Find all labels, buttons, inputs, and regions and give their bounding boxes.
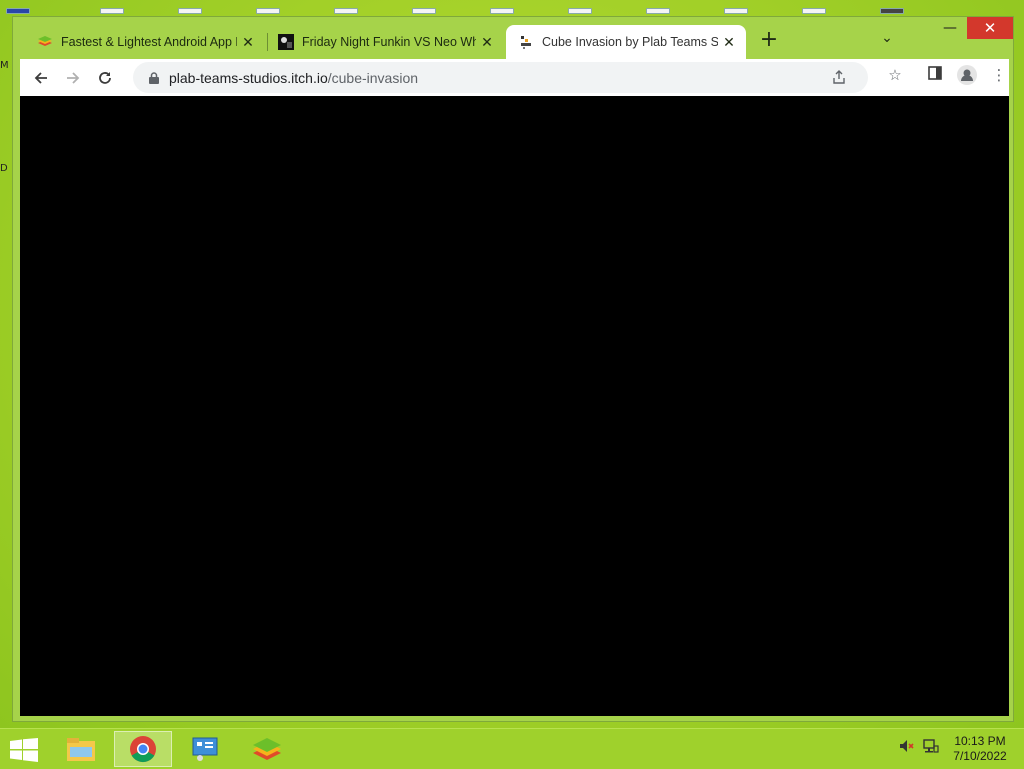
- chrome-icon: [130, 736, 156, 763]
- tab-bluestacks[interactable]: Fastest & Lightest Android App F ✕: [25, 25, 265, 59]
- tab-title: Friday Night Funkin VS Neo Whi: [302, 35, 476, 49]
- side-panel-icon[interactable]: [926, 66, 944, 84]
- taskbar-file-explorer[interactable]: [52, 731, 110, 767]
- close-tab-icon[interactable]: ✕: [718, 34, 740, 51]
- system-clock[interactable]: 10:13 PM 7/10/2022: [940, 734, 1020, 764]
- arrow-left-icon: [34, 72, 47, 84]
- desktop-edge-letter-d: D: [0, 163, 8, 174]
- volume-muted-icon[interactable]: [898, 737, 916, 755]
- tab-title: Cube Invasion by Plab Teams Stu: [542, 35, 718, 49]
- minimize-button[interactable]: —: [933, 17, 967, 39]
- taskbar: 10:13 PM 7/10/2022: [0, 728, 1024, 769]
- new-tab-button[interactable]: +: [758, 29, 780, 52]
- lock-icon: [149, 71, 159, 84]
- url-text: plab-teams-studios.itch.io/cube-invasion: [169, 70, 418, 86]
- itch-icon: [521, 36, 531, 49]
- tab-search-chevron-icon[interactable]: ⌄: [877, 30, 897, 50]
- taskbar-control-panel[interactable]: [176, 731, 234, 767]
- tab-title: Fastest & Lightest Android App F: [61, 35, 237, 49]
- taskbar-chrome[interactable]: [114, 731, 172, 767]
- close-window-button[interactable]: ✕: [967, 17, 1013, 39]
- reload-button[interactable]: [92, 65, 118, 91]
- bluestacks-icon: [38, 36, 52, 46]
- menu-kebab-icon[interactable]: ⋮: [990, 66, 1008, 84]
- forward-button[interactable]: [60, 65, 86, 91]
- page-content-canvas[interactable]: [20, 96, 1009, 716]
- network-icon[interactable]: [922, 737, 940, 755]
- clock-time: 10:13 PM: [954, 734, 1006, 748]
- address-bar[interactable]: plab-teams-studios.itch.io/cube-invasion: [133, 62, 868, 93]
- browser-window: Fastest & Lightest Android App F ✕ Frida…: [13, 17, 1013, 721]
- folder-icon: [67, 738, 95, 761]
- close-tab-icon[interactable]: ✕: [476, 34, 498, 51]
- tab-strip: Fastest & Lightest Android App F ✕ Frida…: [13, 17, 1013, 61]
- clock-date: 7/10/2022: [953, 749, 1007, 763]
- close-tab-icon[interactable]: ✕: [237, 34, 259, 51]
- taskbar-bluestacks[interactable]: [238, 731, 296, 767]
- url-path: /cube-invasion: [327, 69, 419, 86]
- browser-toolbar: plab-teams-studios.itch.io/cube-invasion…: [20, 59, 1009, 96]
- back-button[interactable]: [28, 65, 54, 91]
- bluestacks-icon: [253, 738, 281, 760]
- bookmark-star-icon[interactable]: ☆: [886, 66, 904, 84]
- share-icon[interactable]: [830, 69, 848, 87]
- url-host: plab-teams-studios.itch.io: [169, 69, 328, 86]
- reload-icon: [99, 72, 111, 84]
- desktop-edge-letter-m: M: [0, 60, 9, 71]
- tab-fnf[interactable]: Friday Night Funkin VS Neo Whi ✕: [266, 25, 504, 59]
- fnf-thumbnail-icon: [278, 34, 294, 50]
- tab-cube-invasion[interactable]: Cube Invasion by Plab Teams Stu ✕: [506, 25, 746, 59]
- profile-avatar-icon[interactable]: [957, 65, 977, 85]
- windows-start-icon[interactable]: [10, 738, 38, 762]
- control-panel-icon: [192, 737, 218, 761]
- arrow-right-icon: [67, 72, 80, 84]
